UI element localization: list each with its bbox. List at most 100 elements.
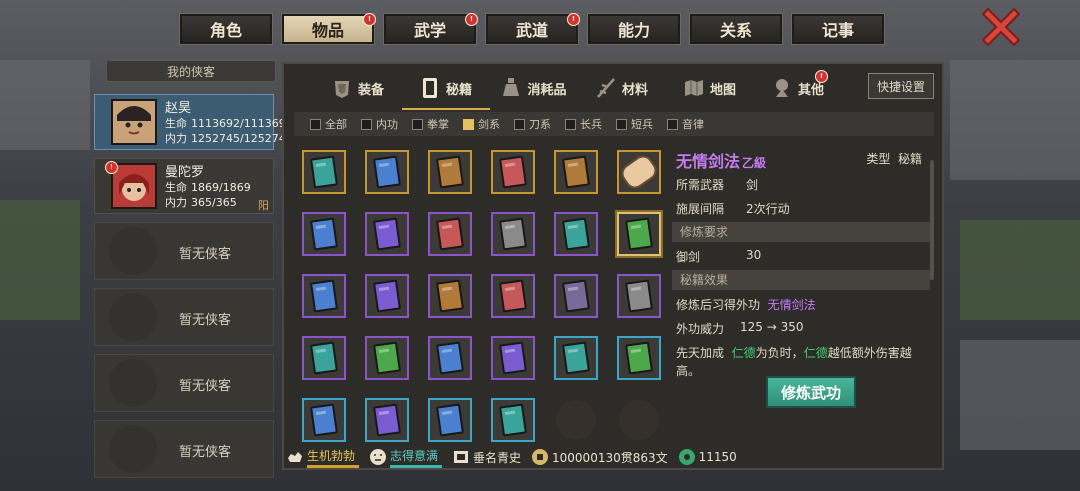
manual-book-icon bbox=[625, 341, 653, 375]
armor-icon bbox=[334, 81, 349, 98]
checkbox[interactable] bbox=[412, 118, 423, 130]
vitality-bar bbox=[307, 464, 359, 468]
map-icon bbox=[684, 80, 703, 96]
item-slot[interactable] bbox=[617, 336, 661, 380]
filter-all[interactable]: 全部 bbox=[310, 116, 347, 132]
my-heroes-title: 我的侠客 bbox=[106, 60, 276, 82]
skill-requirement: 御剑 30 bbox=[676, 248, 762, 264]
item-slot[interactable] bbox=[428, 212, 472, 256]
category-tabs: 装备 秘籍 消耗品 材料 地图 其他 ! bbox=[314, 68, 842, 110]
item-type: 类型 秘籍 bbox=[866, 152, 922, 166]
manual-book-icon bbox=[562, 279, 590, 313]
item-slot[interactable] bbox=[302, 274, 346, 318]
checkbox[interactable] bbox=[616, 118, 627, 130]
filter-sword[interactable]: 剑系 bbox=[463, 116, 500, 132]
empty-hero-slot[interactable]: 暂无侠客 bbox=[94, 354, 274, 412]
tab-role[interactable]: 角色 bbox=[179, 13, 273, 45]
muscle-icon bbox=[288, 452, 302, 462]
tab-martial-way[interactable]: 武道! bbox=[485, 13, 580, 45]
filter-short-weapon[interactable]: 短兵 bbox=[616, 116, 653, 132]
item-slot[interactable] bbox=[491, 336, 535, 380]
ghost-avatar-icon bbox=[109, 293, 157, 341]
scroll-icon bbox=[454, 451, 468, 463]
tab-journal[interactable]: 记事 bbox=[791, 13, 885, 45]
item-slot[interactable] bbox=[554, 212, 598, 256]
hero-card-mantuoluo[interactable]: ! 曼陀罗 生命 1869/1869 内力 365/365 阳 bbox=[94, 158, 274, 214]
manual-book-icon bbox=[310, 403, 338, 437]
empty-hero-slot[interactable]: 暂无侠客 bbox=[94, 288, 274, 346]
item-slot[interactable] bbox=[428, 150, 472, 194]
item-slot[interactable] bbox=[365, 274, 409, 318]
other-icon bbox=[775, 79, 788, 97]
item-slot[interactable] bbox=[491, 212, 535, 256]
filter-internal[interactable]: 内功 bbox=[361, 116, 398, 132]
manual-book-icon bbox=[310, 279, 338, 313]
empty-item-slot[interactable] bbox=[617, 398, 661, 442]
checkbox[interactable] bbox=[310, 118, 321, 130]
item-slot[interactable] bbox=[365, 150, 409, 194]
item-slot[interactable] bbox=[617, 274, 661, 318]
checkbox[interactable] bbox=[514, 118, 525, 130]
item-slot[interactable] bbox=[302, 336, 346, 380]
tab-consumables[interactable]: 消耗品 bbox=[490, 68, 578, 108]
item-slot[interactable] bbox=[302, 150, 346, 194]
hero-card-zhaohao[interactable]: 赵昊 生命 1113692/1113692 内力 1252745/1252745 bbox=[94, 94, 293, 150]
mood-bar bbox=[390, 464, 442, 468]
checkbox[interactable] bbox=[565, 118, 576, 130]
empty-hero-slot[interactable]: 暂无侠客 bbox=[94, 222, 274, 280]
tab-items[interactable]: 物品! bbox=[281, 13, 376, 45]
filter-music[interactable]: 音律 bbox=[667, 116, 704, 132]
status-bar: 生机勃勃 志得意满 垂名青史 100000130贯863文 11150 bbox=[286, 446, 942, 468]
hero-name: 曼陀罗 bbox=[165, 165, 205, 180]
filter-long-weapon[interactable]: 长兵 bbox=[565, 116, 602, 132]
quick-settings-button[interactable]: 快捷设置 bbox=[868, 73, 934, 99]
tab-abilities[interactable]: 能力 bbox=[587, 13, 681, 45]
tab-martial-arts[interactable]: 武学! bbox=[383, 13, 478, 45]
filter-blade[interactable]: 刀系 bbox=[514, 116, 551, 132]
manual-book-icon bbox=[310, 155, 338, 189]
item-slot[interactable] bbox=[491, 150, 535, 194]
empty-hero-slot[interactable]: 暂无侠客 bbox=[94, 420, 274, 478]
close-icon[interactable] bbox=[982, 8, 1020, 46]
item-slot[interactable] bbox=[554, 336, 598, 380]
tab-relations[interactable]: 关系 bbox=[689, 13, 783, 45]
detail-scrollbar[interactable] bbox=[930, 160, 934, 280]
tab-manuals[interactable]: 秘籍 bbox=[402, 68, 490, 110]
manual-book-icon bbox=[562, 155, 590, 189]
item-slot[interactable] bbox=[428, 336, 472, 380]
manual-book-icon bbox=[373, 341, 401, 375]
tab-maps[interactable]: 地图 bbox=[666, 68, 754, 108]
item-slot[interactable] bbox=[554, 150, 598, 194]
tab-equipment[interactable]: 装备 bbox=[314, 68, 402, 108]
potion-icon bbox=[503, 78, 520, 96]
item-slot[interactable] bbox=[554, 274, 598, 318]
tab-materials[interactable]: 材料 bbox=[578, 68, 666, 108]
checkbox[interactable] bbox=[463, 118, 474, 130]
coin-icon bbox=[532, 449, 549, 465]
notification-badge: ! bbox=[815, 70, 828, 83]
tab-others[interactable]: 其他 ! bbox=[754, 68, 842, 108]
item-slot[interactable] bbox=[617, 150, 661, 194]
item-slot[interactable] bbox=[365, 398, 409, 442]
item-slot[interactable] bbox=[428, 398, 472, 442]
item-slot[interactable] bbox=[365, 336, 409, 380]
item-slot[interactable] bbox=[428, 274, 472, 318]
hero-name: 赵昊 bbox=[165, 101, 192, 116]
cast-interval: 施展间隔 2次行动 bbox=[676, 202, 790, 216]
inventory-panel: 装备 秘籍 消耗品 材料 地图 其他 ! 快捷设置 全部 内功 拳掌 剑系 刀系 bbox=[282, 62, 944, 470]
checkbox[interactable] bbox=[667, 118, 678, 130]
item-slot[interactable] bbox=[365, 212, 409, 256]
item-slot[interactable] bbox=[491, 398, 535, 442]
manual-book-icon bbox=[499, 279, 527, 313]
material-icon bbox=[597, 78, 615, 98]
item-slot[interactable] bbox=[302, 212, 346, 256]
empty-item-slot[interactable] bbox=[554, 398, 598, 442]
learn-skill-button[interactable]: 修炼武功 bbox=[766, 376, 856, 408]
item-slot[interactable] bbox=[615, 210, 663, 258]
filter-fist[interactable]: 拳掌 bbox=[412, 116, 449, 132]
top-tab-bar: 角色 物品! 武学! 武道! 能力 关系 记事 bbox=[179, 13, 885, 45]
checkbox[interactable] bbox=[361, 118, 372, 130]
item-slot[interactable] bbox=[302, 398, 346, 442]
manual-book-icon bbox=[436, 403, 464, 437]
item-slot[interactable] bbox=[491, 274, 535, 318]
